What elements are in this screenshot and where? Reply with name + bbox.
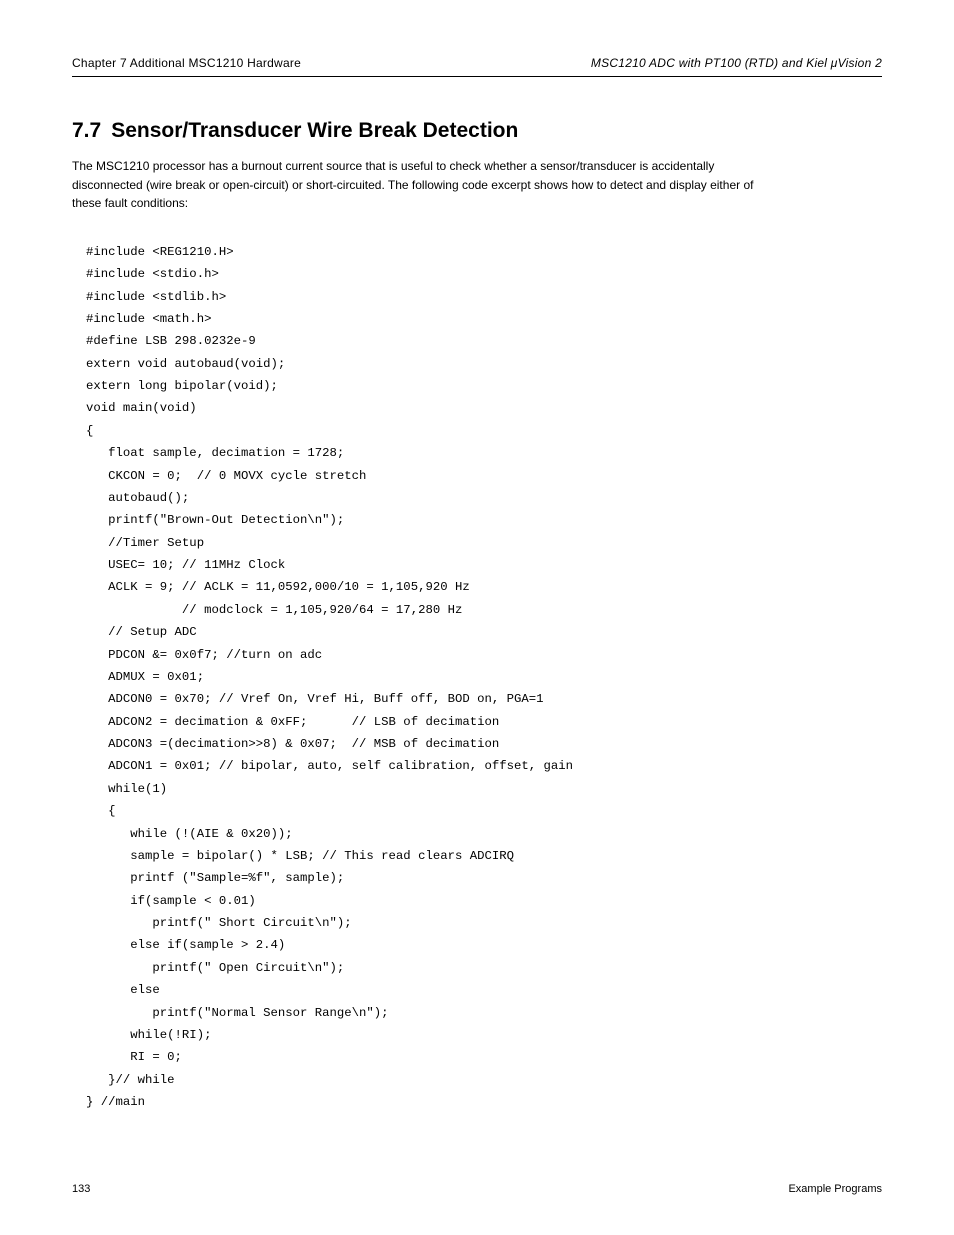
footer-section-label: Example Programs bbox=[788, 1183, 882, 1195]
header-right-prefix: MSC1210 ADC with PT100 (RTD) and Kiel bbox=[591, 56, 831, 70]
header-right-suffix: Vision 2 bbox=[838, 56, 882, 70]
section-paragraph: The MSC1210 processor has a burnout curr… bbox=[72, 157, 772, 213]
mu-glyph: μ bbox=[831, 56, 838, 70]
code-listing: #include <REG1210.H> #include <stdio.h> … bbox=[86, 241, 882, 1114]
section-title-text: Sensor/Transducer Wire Break Detection bbox=[111, 119, 518, 142]
header-rule bbox=[72, 76, 882, 77]
section-number: 7.7 bbox=[72, 119, 101, 142]
section-heading: 7.7 Sensor/Transducer Wire Break Detectio… bbox=[72, 119, 882, 143]
header-left: Chapter 7 Additional MSC1210 Hardware bbox=[72, 56, 301, 70]
running-header: Chapter 7 Additional MSC1210 Hardware MS… bbox=[72, 56, 882, 70]
footer-page-number: 133 bbox=[72, 1183, 90, 1195]
page: Chapter 7 Additional MSC1210 Hardware MS… bbox=[0, 0, 954, 1235]
page-footer: 133 Example Programs bbox=[72, 1183, 882, 1195]
header-right: MSC1210 ADC with PT100 (RTD) and Kiel μV… bbox=[591, 56, 882, 70]
